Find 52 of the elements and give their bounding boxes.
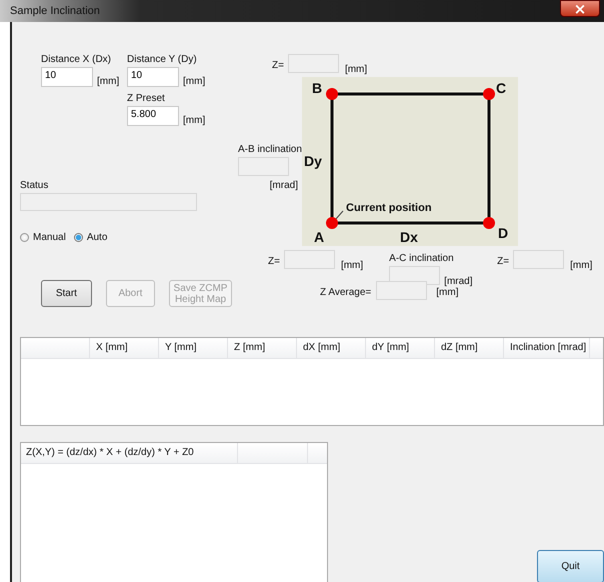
column-header[interactable]: Z [mm] [228, 338, 297, 358]
readout-field [238, 157, 289, 176]
radio-button[interactable]: Auto [74, 232, 108, 243]
field-label: Status [20, 180, 50, 191]
field-label: Z= [268, 256, 280, 267]
field-label: Z Average= [320, 287, 372, 298]
readout-field [513, 250, 564, 269]
input-field[interactable]: 10 [127, 67, 179, 87]
unit-label: [mm] [183, 76, 206, 87]
column-header[interactable]: X [mm] [90, 338, 159, 358]
corner-label: B [312, 80, 322, 96]
action-button[interactable]: Start [41, 280, 92, 307]
corner-point [326, 217, 338, 229]
readout-field [288, 54, 339, 73]
unit-label: [mrad] [444, 276, 473, 287]
unit-label: [mm] [436, 287, 458, 298]
unit-label: [mrad] [270, 180, 299, 191]
field-label: Distance Y (Dy) [127, 54, 198, 65]
quit-button[interactable]: Quit [537, 550, 604, 582]
dimension-label: Dx [400, 229, 418, 245]
column-header[interactable]: dZ [mm] [435, 338, 504, 358]
field-label: Z Preset [127, 93, 166, 104]
field-label: A-B inclination [238, 144, 302, 155]
corner-point [483, 88, 495, 100]
leader-line [334, 210, 344, 220]
readout-field [376, 281, 428, 300]
field-label: Distance X (Dx) [41, 54, 112, 65]
field-label: A-C inclination [389, 253, 455, 264]
corner-point [483, 217, 495, 229]
unit-label: [mm] [570, 260, 592, 271]
unit-label: [mm] [183, 115, 206, 126]
dimension-label: Dy [304, 153, 322, 169]
unit-label: [mm] [340, 260, 364, 271]
field-label: Z= [272, 60, 284, 71]
radio-button[interactable]: Manual [20, 232, 66, 243]
readout-field [284, 250, 335, 269]
corner-label: D [498, 225, 508, 241]
column-header[interactable]: dY [mm] [366, 338, 435, 358]
input-field[interactable]: 10 [41, 67, 93, 87]
close-button[interactable]: × [560, 0, 600, 17]
column-header[interactable]: dX [mm] [297, 338, 366, 358]
window-title: Sample Inclination [9, 5, 100, 17]
corner-label: A [314, 229, 324, 245]
position-label: Current position [346, 202, 432, 214]
input-field[interactable]: 5.800 [127, 106, 179, 126]
column-header[interactable]: Inclination [mrad] [504, 338, 590, 358]
unit-label: [mm] [344, 64, 368, 75]
column-header[interactable]: Y [mm] [159, 338, 228, 358]
unit-label: [mm] [97, 76, 120, 87]
field-label: Z= [497, 256, 510, 267]
corner-label: C [496, 80, 506, 96]
corner-point [326, 88, 338, 100]
